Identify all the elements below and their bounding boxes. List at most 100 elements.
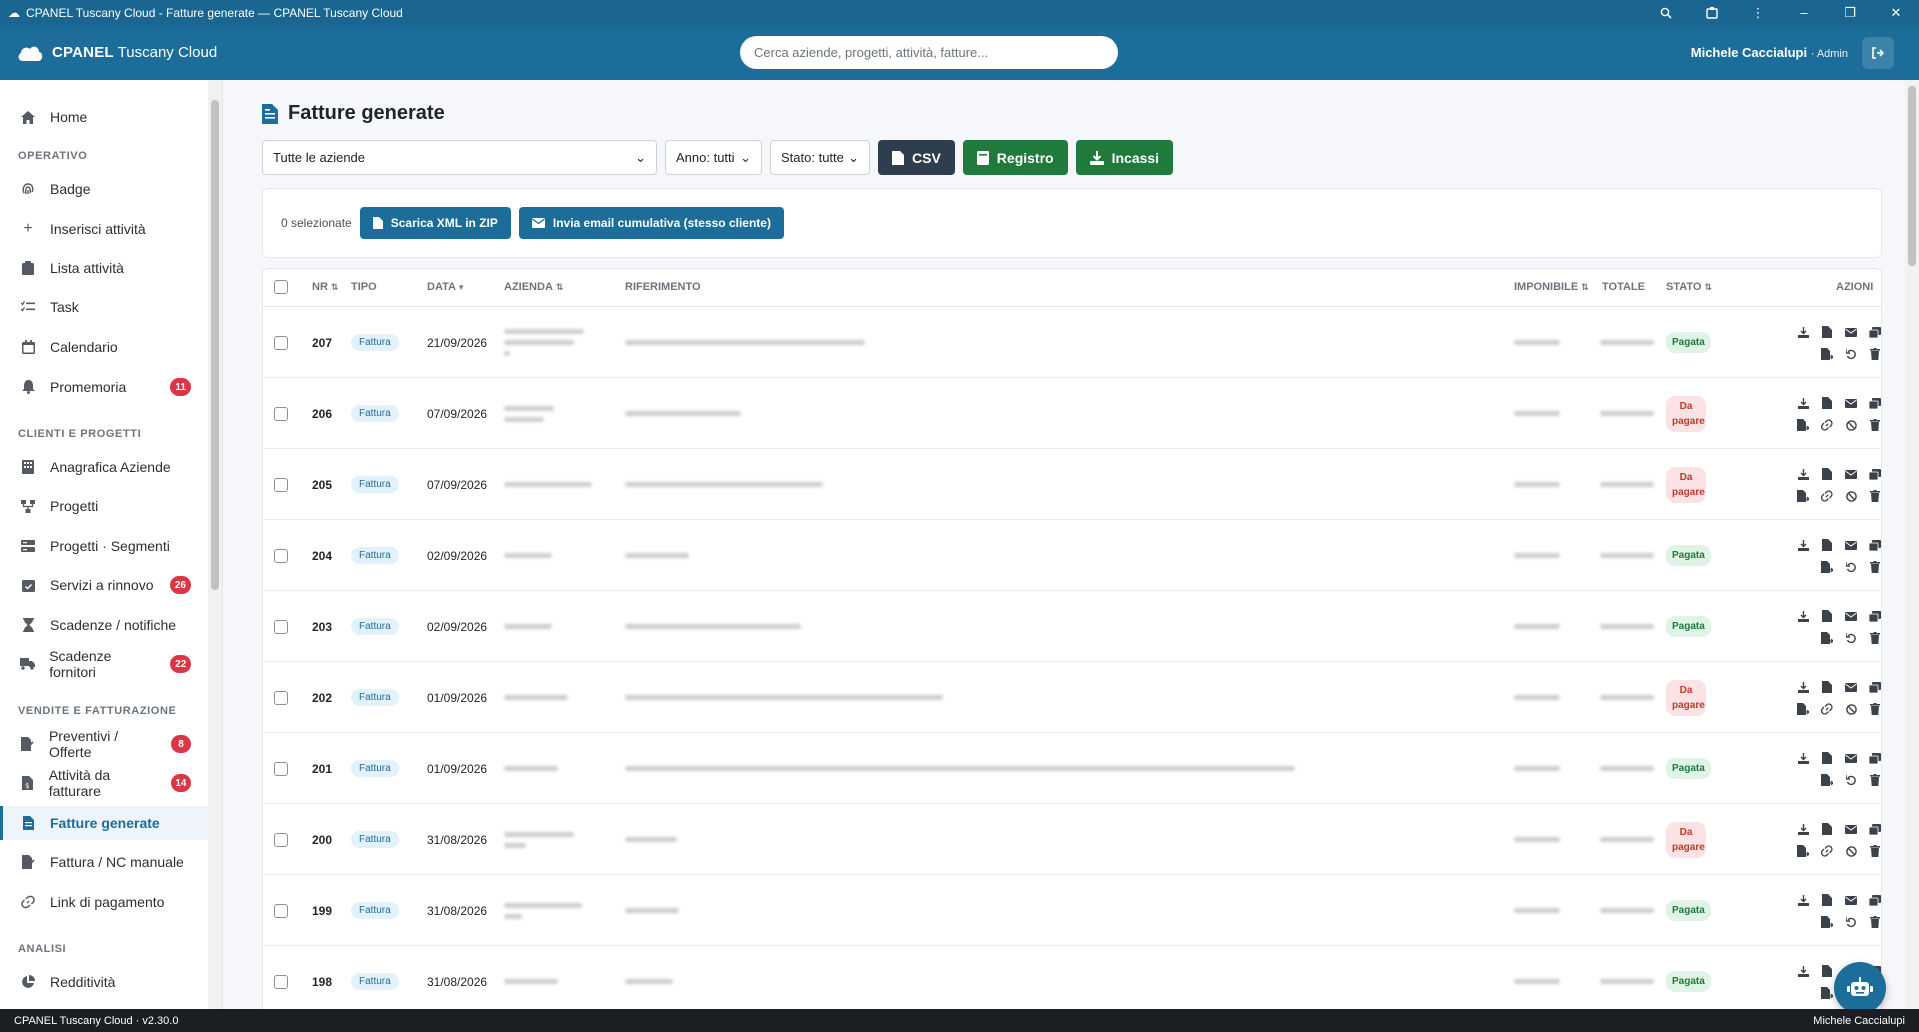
download-xml-icon[interactable] [1795, 892, 1811, 908]
download-xml-icon[interactable] [1795, 537, 1811, 553]
stato-filter-select[interactable]: Stato: tutte ⌄ [770, 140, 870, 175]
table-row[interactable]: 207 Fattura 21/09/2026 Pagata [263, 307, 1881, 378]
email-icon[interactable] [1843, 537, 1859, 553]
payment-link-icon[interactable] [1819, 843, 1835, 859]
table-row[interactable]: 202 Fattura 01/09/2026 Da pagare [263, 662, 1881, 733]
cancel-icon[interactable] [1843, 701, 1859, 717]
delete-icon[interactable] [1867, 417, 1881, 433]
row-checkbox[interactable] [274, 406, 288, 421]
azienda-filter-select[interactable]: Tutte le aziende ⌄ [262, 140, 657, 175]
pdf-icon[interactable] [1819, 821, 1835, 837]
select-all-checkbox[interactable] [274, 280, 288, 294]
sidebar-item-scadenze-notifiche[interactable]: Scadenze / notifiche [0, 608, 209, 642]
sidebar-item-scadenze-fornitori[interactable]: Scadenze fornitori 22 [0, 647, 209, 681]
sidebar-item-task[interactable]: Task [0, 290, 209, 324]
download-xml-zip-button[interactable]: Scarica XML in ZIP [359, 207, 511, 239]
main-scrollbar[interactable] [1905, 80, 1919, 1009]
payment-link-icon[interactable] [1819, 701, 1835, 717]
assistant-bot-button[interactable] [1834, 962, 1886, 1014]
table-row[interactable]: 201 Fattura 01/09/2026 Pagata [263, 733, 1881, 804]
sidebar-item-servizi-rinnovo[interactable]: Servizi a rinnovo 26 [0, 568, 209, 602]
registro-button[interactable]: Registro [962, 140, 1068, 175]
sidebar-item-redditivita[interactable]: Redditività [0, 965, 209, 999]
duplicate-icon[interactable] [1867, 466, 1881, 482]
global-search-input[interactable] [740, 36, 1118, 69]
row-checkbox[interactable] [274, 619, 288, 634]
payment-link-icon[interactable] [1819, 488, 1835, 504]
row-checkbox[interactable] [274, 974, 288, 989]
pdf-icon[interactable] [1819, 395, 1835, 411]
file-export-icon[interactable] [1819, 346, 1835, 362]
duplicate-icon[interactable] [1867, 679, 1881, 695]
duplicate-icon[interactable] [1867, 537, 1881, 553]
column-header-stato[interactable]: STATO ⇅ [1666, 281, 1712, 293]
sidebar-item-progetti-segmenti[interactable]: Progetti · Segmenti [0, 529, 209, 563]
duplicate-icon[interactable] [1867, 750, 1881, 766]
logout-button[interactable] [1862, 36, 1894, 69]
undo-payment-icon[interactable] [1843, 772, 1859, 788]
cancel-icon[interactable] [1843, 417, 1859, 433]
pdf-icon[interactable] [1819, 679, 1835, 695]
email-icon[interactable] [1843, 466, 1859, 482]
more-menu-icon[interactable]: ⋮ [1735, 0, 1781, 25]
row-checkbox[interactable] [274, 832, 288, 847]
sidebar-scrollbar[interactable] [208, 80, 222, 1009]
undo-payment-icon[interactable] [1843, 914, 1859, 930]
restore-icon[interactable]: ❐ [1827, 0, 1873, 25]
download-xml-icon[interactable] [1795, 821, 1811, 837]
table-row[interactable]: 200 Fattura 31/08/2026 Da pagare [263, 804, 1881, 875]
delete-icon[interactable] [1867, 346, 1881, 362]
undo-payment-icon[interactable] [1843, 346, 1859, 362]
file-export-icon[interactable] [1819, 985, 1835, 1001]
pdf-icon[interactable] [1819, 324, 1835, 340]
download-xml-icon[interactable] [1795, 679, 1811, 695]
file-export-icon[interactable] [1795, 701, 1811, 717]
table-row[interactable]: 206 Fattura 07/09/2026 Da pagare [263, 378, 1881, 449]
duplicate-icon[interactable] [1867, 821, 1881, 837]
pdf-icon[interactable] [1819, 750, 1835, 766]
sidebar-item-progetti[interactable]: Progetti [0, 489, 209, 523]
download-xml-icon[interactable] [1795, 608, 1811, 624]
file-export-icon[interactable] [1795, 417, 1811, 433]
sidebar-item-fattura-nc-manuale[interactable]: Fattura / NC manuale [0, 845, 209, 879]
download-xml-icon[interactable] [1795, 963, 1811, 979]
table-row[interactable]: 204 Fattura 02/09/2026 Pagata [263, 520, 1881, 591]
sidebar-item-preventivi[interactable]: Preventivi / Offerte 8 [0, 727, 209, 761]
row-checkbox[interactable] [274, 335, 288, 350]
anno-filter-select[interactable]: Anno: tutti ⌄ [665, 140, 762, 175]
email-icon[interactable] [1843, 892, 1859, 908]
email-icon[interactable] [1843, 750, 1859, 766]
row-checkbox[interactable] [274, 548, 288, 563]
undo-payment-icon[interactable] [1843, 559, 1859, 575]
file-export-icon[interactable] [1819, 559, 1835, 575]
close-icon[interactable]: ✕ [1873, 0, 1919, 25]
file-export-icon[interactable] [1795, 843, 1811, 859]
file-export-icon[interactable] [1819, 772, 1835, 788]
email-icon[interactable] [1843, 679, 1859, 695]
sidebar-item-link-pagamento[interactable]: Link di pagamento [0, 885, 209, 919]
table-row[interactable]: 205 Fattura 07/09/2026 Da pagare [263, 449, 1881, 520]
download-xml-icon[interactable] [1795, 750, 1811, 766]
extensions-icon[interactable] [1689, 0, 1735, 25]
pdf-icon[interactable] [1819, 608, 1835, 624]
table-row[interactable]: 199 Fattura 31/08/2026 Pagata [263, 875, 1881, 946]
duplicate-icon[interactable] [1867, 395, 1881, 411]
email-icon[interactable] [1843, 821, 1859, 837]
send-bulk-email-button[interactable]: Invia email cumulativa (stesso cliente) [518, 207, 784, 239]
email-icon[interactable] [1843, 395, 1859, 411]
undo-payment-icon[interactable] [1843, 630, 1859, 646]
row-checkbox[interactable] [274, 903, 288, 918]
duplicate-icon[interactable] [1867, 608, 1881, 624]
sidebar-item-badge[interactable]: Badge [0, 172, 209, 206]
delete-icon[interactable] [1867, 914, 1881, 930]
duplicate-icon[interactable] [1867, 892, 1881, 908]
delete-icon[interactable] [1867, 701, 1881, 717]
incassi-button[interactable]: Incassi [1075, 140, 1174, 175]
file-export-icon[interactable] [1795, 488, 1811, 504]
column-header-imponibile[interactable]: IMPONIBILE ⇅ [1514, 281, 1589, 293]
brand[interactable]: CPANEL Tuscany Cloud [0, 43, 740, 63]
sidebar-item-fatture-generate[interactable]: Fatture generate [0, 806, 209, 840]
column-header-azienda[interactable]: AZIENDA ⇅ [504, 281, 563, 293]
column-header-data[interactable]: DATA ▾ [427, 281, 463, 293]
delete-icon[interactable] [1867, 843, 1881, 859]
